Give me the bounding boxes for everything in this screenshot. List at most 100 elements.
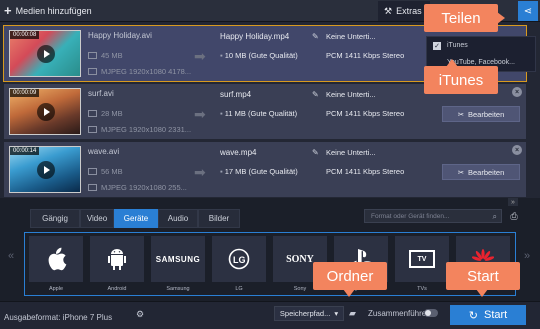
source-size: 28 MB — [101, 109, 123, 118]
edit-button[interactable]: ✂ Bearbeiten — [442, 106, 520, 122]
lg-logo-icon: LG — [212, 236, 266, 282]
file-row[interactable]: 00:00:14 wave.avi 56 MB MJPEG 1920x1080 … — [4, 142, 526, 197]
add-media-button[interactable]: + Medien hinzufügen — [4, 3, 92, 19]
scissors-icon: ✂ — [457, 109, 464, 119]
tv-icon: TV — [395, 236, 449, 282]
output-size-select[interactable]: 10 MB (Gute Qualität) — [220, 51, 298, 60]
source-codec: MJPEG 1920x1080 255... — [101, 183, 187, 192]
samsung-logo: SAMSUNG — [151, 236, 205, 282]
subtitles-select[interactable]: Keine Unterti... — [326, 32, 376, 41]
output-size-select[interactable]: 17 MB (Gute Qualität) — [220, 167, 298, 176]
scroll-right-icon[interactable]: » — [524, 250, 530, 262]
scissors-icon: ✂ — [457, 167, 464, 177]
remove-file-icon[interactable]: × — [512, 87, 522, 97]
output-filename[interactable]: wave.mp4 — [220, 148, 256, 157]
file-size-icon — [88, 168, 97, 175]
subtitles-select[interactable]: Keine Unterti... — [326, 148, 376, 157]
rename-pencil-icon[interactable]: ✎ — [312, 32, 319, 41]
refresh-icon: ↻ — [468, 309, 478, 322]
convert-arrow-icon: ➡ — [194, 106, 206, 122]
device-label: Apple — [48, 286, 64, 292]
callout-itunes-text: iTunes — [438, 71, 484, 89]
play-icon[interactable] — [37, 45, 55, 63]
merge-toggle[interactable] — [424, 309, 438, 317]
audio-track-select[interactable]: PCM 1411 Kbps Stereo — [326, 51, 404, 60]
source-size: 45 MB — [101, 51, 123, 60]
svg-text:LG: LG — [233, 255, 246, 265]
codec-icon — [88, 126, 97, 133]
convert-arrow-icon: ➡ — [194, 164, 206, 180]
device-tvs[interactable]: TV TVs — [395, 236, 449, 294]
extras-button[interactable]: ⚒ Extras — [378, 1, 430, 21]
video-thumbnail[interactable]: 00:00:08 — [9, 30, 81, 77]
samsung-logo-text: SAMSUNG — [155, 254, 201, 264]
remove-file-icon[interactable]: × — [512, 145, 522, 155]
rename-pencil-icon[interactable]: ✎ — [312, 90, 319, 99]
merge-label: Zusammenführen — [368, 309, 431, 318]
device-lg[interactable]: LG LG — [212, 236, 266, 294]
source-codec: MJPEG 1920x1080 2331... — [101, 125, 192, 134]
video-thumbnail[interactable]: 00:00:09 — [9, 88, 81, 135]
search-placeholder: Format oder Gerät finden... — [371, 212, 450, 220]
device-android[interactable]: Android — [90, 236, 144, 294]
save-path-select[interactable]: Speicherpfad... ▾ — [274, 306, 344, 321]
output-size-select[interactable]: 11 MB (Gute Qualität) — [220, 109, 297, 118]
scroll-left-icon[interactable]: « — [8, 250, 14, 262]
tab-video[interactable]: Video — [80, 209, 114, 228]
device-apple[interactable]: Apple — [29, 236, 83, 294]
audio-track-select[interactable]: PCM 1411 Kbps Stereo — [326, 167, 404, 176]
output-filename[interactable]: surf.mp4 — [220, 90, 251, 99]
play-icon[interactable] — [37, 103, 55, 121]
source-filename: wave.avi — [88, 147, 120, 156]
file-size-icon — [88, 110, 97, 117]
callout-pointer — [476, 289, 488, 297]
save-path-label: Speicherpfad... — [279, 309, 331, 318]
start-button[interactable]: ↻ Start — [450, 305, 526, 325]
duration-badge: 00:00:08 — [10, 31, 40, 39]
rename-pencil-icon[interactable]: ✎ — [312, 148, 319, 157]
codec-icon — [88, 68, 97, 75]
source-filename: Happy Holiday.avi — [88, 31, 152, 40]
folder-icon[interactable]: ▰ — [349, 308, 356, 319]
tab-audio[interactable]: Audio — [158, 209, 198, 228]
tv-logo-text: TV — [409, 250, 435, 268]
play-icon[interactable] — [37, 161, 55, 179]
device-label: Samsung — [166, 286, 190, 292]
convert-arrow-icon: ➡ — [194, 48, 206, 64]
source-size: 56 MB — [101, 167, 123, 176]
start-label: Start — [483, 309, 508, 321]
subtitles-select[interactable]: Keine Unterti... — [326, 90, 376, 99]
tab-bilder[interactable]: Bilder — [198, 209, 240, 228]
callout-pointer — [343, 289, 355, 297]
callout-pointer — [497, 12, 505, 24]
device-label: LG — [235, 286, 243, 292]
gear-icon[interactable]: ⚙ — [134, 308, 146, 320]
android-icon — [90, 236, 144, 282]
video-thumbnail[interactable]: 00:00:14 — [9, 146, 81, 193]
menu-item-itunes[interactable]: iTunes — [447, 42, 468, 49]
toolbox-icon: ⚒ — [384, 5, 393, 16]
plus-icon: + — [4, 3, 12, 18]
callout-pointer — [446, 59, 458, 67]
duration-badge: 00:00:09 — [10, 89, 40, 97]
checkbox-icon[interactable]: ✓ — [433, 42, 441, 50]
file-size-icon — [88, 52, 97, 59]
device-detect-icon[interactable]: ⎙ — [507, 209, 521, 223]
share-icon: ⋖ — [523, 5, 533, 17]
search-input[interactable]: Format oder Gerät finden... ⌕ — [364, 209, 502, 223]
tab-geraete[interactable]: Geräte — [114, 209, 158, 228]
audio-track-select[interactable]: PCM 1411 Kbps Stereo — [326, 109, 404, 118]
search-icon[interactable]: ⌕ — [493, 212, 497, 222]
sony-logo-text: SONY — [286, 253, 314, 265]
extras-label: Extras — [396, 6, 422, 16]
output-format-label: Ausgabeformat: iPhone 7 Plus — [4, 313, 113, 322]
device-samsung[interactable]: SAMSUNG Samsung — [151, 236, 205, 294]
callout-itunes: iTunes — [424, 59, 498, 94]
callout-share: Teilen — [424, 4, 505, 32]
output-filename[interactable]: Happy Holiday.mp4 — [220, 32, 289, 41]
edit-button[interactable]: ✂ Bearbeiten — [442, 164, 520, 180]
tab-gaengig[interactable]: Gängig — [30, 209, 80, 228]
share-button[interactable]: ⋖ — [518, 1, 538, 21]
collapse-chevron-icon[interactable]: » — [508, 198, 518, 206]
device-list: Apple Android SAMSUNG Samsung LG LG SONY… — [24, 232, 516, 296]
